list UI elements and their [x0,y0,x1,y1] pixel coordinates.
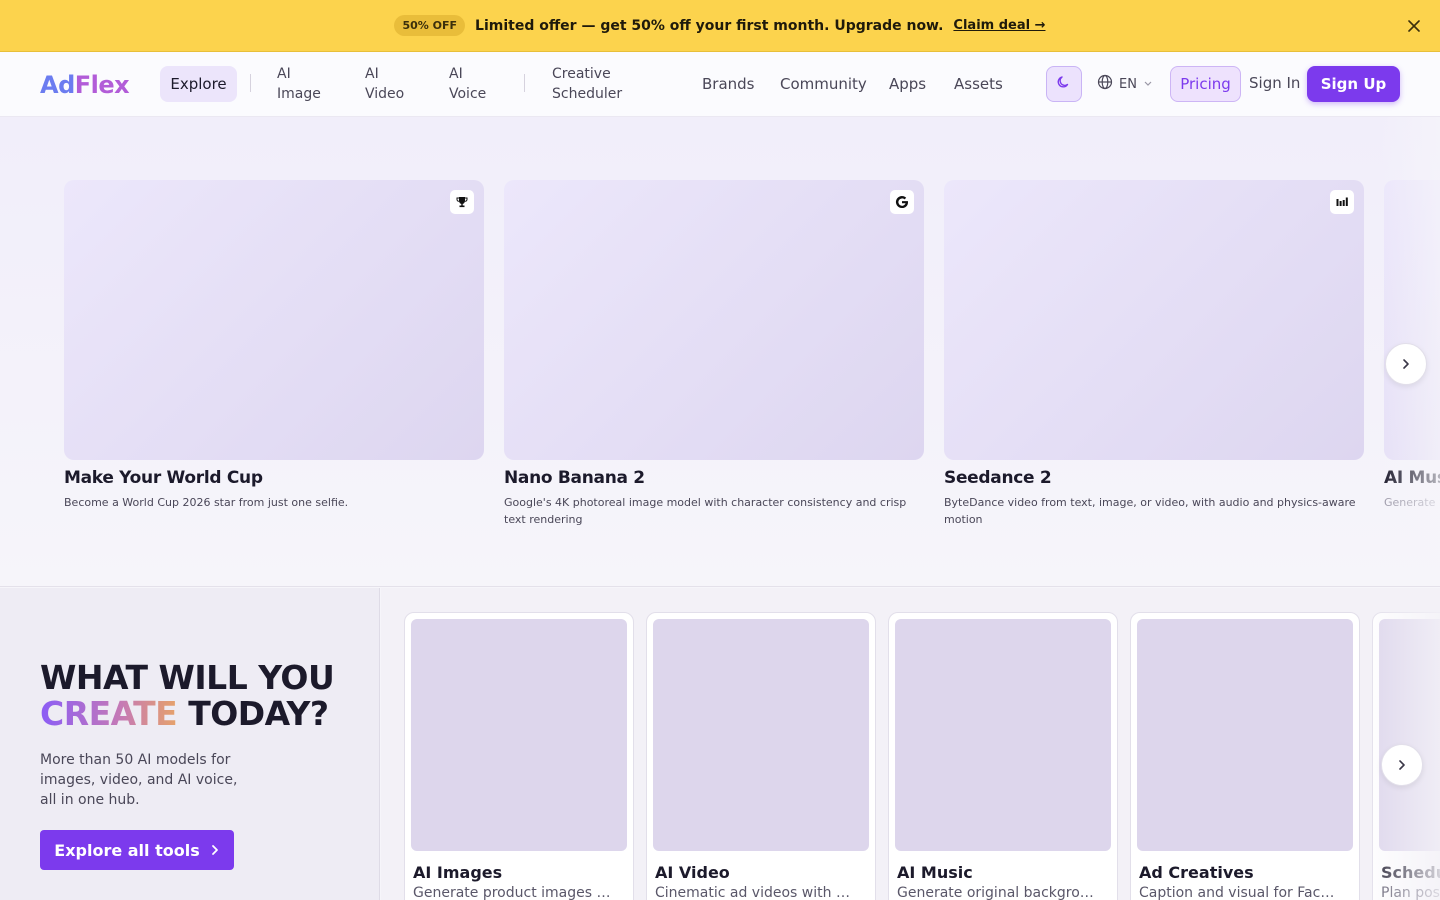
globe-icon [1097,74,1113,94]
tool-description: Plan posts [1381,885,1440,900]
tool-description: Caption and visual for Facebook [1139,885,1337,900]
headline-highlight: CREATE [40,694,178,733]
card-description: Become a World Cup 2026 star from just o… [64,496,349,509]
language-selector[interactable]: EN [1097,74,1153,94]
tool-card[interactable]: AI Images Generate product images with A… [404,612,634,900]
tool-card[interactable]: Ad Creatives Caption and visual for Face… [1130,612,1360,900]
adflex-logo[interactable]: AdFlex [40,71,130,99]
tool-thumbnail [1137,619,1353,851]
nav-ai-video-line1: AI [365,66,379,82]
tool-card[interactable]: AI Video Cinematic ad videos with Veo [646,612,876,900]
featured-card[interactable]: Seedance 2 ByteDance video from text, im… [944,180,1364,528]
featured-card[interactable]: Nano Banana 2 Google's 4K photoreal imag… [504,180,924,528]
carousel-next-button[interactable] [1385,343,1427,385]
tool-title: AI Video [655,863,730,882]
card-thumbnail[interactable] [1384,180,1440,460]
card-title: Nano Banana 2 [504,468,645,488]
featured-carousel: Make Your World Cup Become a World Cup 2… [0,117,1440,587]
nav-brands[interactable]: Brands [702,74,755,94]
tool-title: Ad Creatives [1139,863,1254,882]
theme-toggle-button[interactable] [1046,66,1082,102]
tool-description: Generate product images with AI [413,885,611,900]
nav-ai-video[interactable]: AI Video [365,64,404,104]
card-title: Seedance 2 [944,468,1052,488]
trophy-icon [450,190,474,214]
tool-card[interactable]: AI Music Generate original background mu… [888,612,1118,900]
explore-all-tools-button[interactable]: Explore all tools [40,830,234,870]
tools-subtitle: More than 50 AI models for images, video… [40,752,238,808]
featured-card[interactable]: Make Your World Cup Become a World Cup 2… [64,180,484,511]
tool-description: Generate original background music [897,885,1095,900]
logo-text-flex: Flex [74,71,130,99]
explore-all-tools-label: Explore all tools [54,840,200,860]
top-nav: AdFlex Explore AI Image AI Video AI Voic… [0,52,1440,117]
nav-ai-video-line2: Video [365,86,405,102]
language-label: EN [1119,76,1137,92]
tools-intro: WHAT WILL YOU CREATE TODAY? More than 50… [0,588,380,900]
chevron-down-icon [1143,77,1153,92]
headline-line2: TODAY? [177,694,329,733]
chevron-right-icon [1400,355,1412,374]
tools-next-button[interactable] [1381,744,1423,786]
nav-community[interactable]: Community [780,74,867,94]
sign-in-link[interactable]: Sign In [1249,74,1300,92]
tool-title: Schedule [1381,863,1440,882]
card-thumbnail[interactable] [944,180,1364,460]
tool-thumbnail [653,619,869,851]
chevron-right-icon [1396,756,1408,775]
bytedance-icon [1330,190,1354,214]
nav-divider [524,74,525,92]
promo-badge: 50% OFF [394,15,466,36]
tool-thumbnail [411,619,627,851]
nav-creative-scheduler[interactable]: Creative Scheduler [552,64,622,104]
nav-apps[interactable]: Apps [889,74,926,94]
card-description: ByteDance video from text, image, or vid… [944,496,1356,526]
nav-creative-scheduler-line2: Scheduler [552,86,623,102]
chevron-right-icon [210,841,220,860]
card-thumbnail[interactable] [504,180,924,460]
claim-deal-link[interactable]: Claim deal → [953,18,1045,33]
nav-ai-image-line2: Image [277,86,321,102]
card-title: Make Your World Cup [64,468,263,488]
nav-ai-image-line1: AI [277,66,291,82]
card-thumbnail[interactable] [64,180,484,460]
card-description: Generate [1384,496,1436,509]
moon-icon [1056,74,1072,94]
tool-title: AI Music [897,863,973,882]
tool-description: Cinematic ad videos with Veo [655,885,853,900]
close-icon[interactable] [1404,16,1424,36]
google-icon [890,190,914,214]
sign-up-button[interactable]: Sign Up [1307,66,1400,102]
pricing-button[interactable]: Pricing [1170,66,1241,102]
nav-divider [250,74,251,92]
nav-ai-voice[interactable]: AI Voice [449,64,486,104]
headline-line1: WHAT WILL YOU [40,658,335,697]
tool-thumbnail [1379,619,1440,851]
logo-text-ad: Ad [40,71,75,99]
nav-assets[interactable]: Assets [954,74,1003,94]
tools-headline: WHAT WILL YOU CREATE TODAY? [40,658,335,733]
tools-carousel: AI Images Generate product images with A… [381,588,1440,900]
promo-text: Limited offer — get 50% off your first m… [475,17,944,34]
nav-ai-image[interactable]: AI Image [277,64,321,104]
card-title: AI Music [1384,468,1440,488]
tool-thumbnail [895,619,1111,851]
tool-title: AI Images [413,863,503,882]
nav-creative-scheduler-line1: Creative [552,66,611,82]
nav-explore[interactable]: Explore [160,66,237,102]
promo-banner: 50% OFF Limited offer — get 50% off your… [0,0,1440,52]
nav-ai-voice-line1: AI [449,66,463,82]
nav-ai-voice-line2: Voice [449,86,487,102]
card-description: Google's 4K photoreal image model with c… [504,496,907,526]
